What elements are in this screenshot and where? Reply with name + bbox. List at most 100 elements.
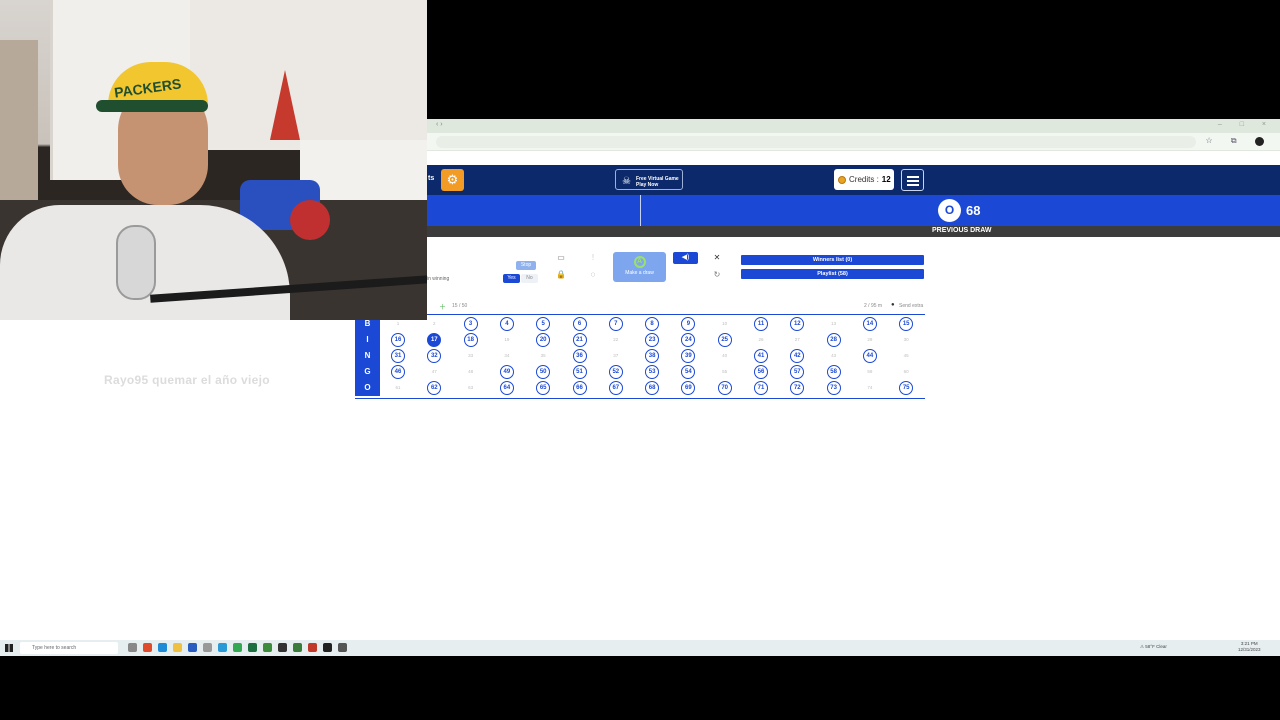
app-icon-12[interactable]	[293, 643, 302, 652]
previous-draw-label: PREVIOUS DRAW	[932, 227, 992, 234]
bingo-number: 43	[831, 352, 837, 358]
url-field[interactable]	[436, 136, 1196, 148]
bingo-number: 72	[790, 381, 805, 396]
taskbar-search[interactable]: Type here to search	[20, 642, 118, 654]
make-draw-label: Make a draw	[625, 270, 654, 276]
bingo-number: 6	[572, 316, 587, 331]
sound-icon[interactable]: ◀)	[673, 252, 698, 264]
info-circle-icon: ●	[891, 302, 895, 308]
no-button[interactable]: No	[521, 274, 538, 283]
taskbar-apps	[128, 643, 347, 652]
stop-button[interactable]: Stop	[516, 261, 536, 270]
bingo-number: 25	[717, 332, 732, 347]
bingo-number: 11	[754, 316, 768, 331]
taskbar: Type here to search ⚠ 58°F Clear 3:21 PM…	[0, 640, 1280, 656]
bingo-number: 35	[540, 352, 546, 358]
bingo-number: 4	[499, 316, 514, 331]
bingo-number: 19	[504, 336, 510, 342]
make-draw-button[interactable]: A Make a draw	[613, 252, 666, 282]
bingo-row-i: I 16 17 18 19 20 21 22 23 24 25 26 27 28 29 30	[355, 331, 925, 348]
bingo-number: 62	[427, 381, 442, 396]
bingo-number: 36	[572, 348, 587, 363]
bingo-row-g: G 46 47 48 49 50 51 52 53 54 55 56 57 58 59 60	[355, 364, 925, 381]
promo-line2: Play Now	[636, 181, 659, 188]
bingo-number: 8	[645, 316, 660, 331]
add-player-icon[interactable]: ＋	[439, 302, 446, 312]
card-info-left: 2 / 95 m	[864, 303, 883, 309]
app-icon-8[interactable]	[233, 643, 242, 652]
bingo-number: 50	[536, 365, 551, 380]
webcam-shelf	[0, 40, 38, 200]
window-controls[interactable]: – □ ×	[1218, 121, 1274, 128]
stream-overlay-text: Rayo95 quemar el año viejo	[104, 373, 270, 387]
bingo-number: 3	[463, 316, 478, 331]
monitor-icon[interactable]: ▭	[553, 252, 569, 264]
webcam-microphone	[116, 225, 156, 300]
bingo-number: 14	[862, 316, 877, 331]
chrome-icon[interactable]	[143, 643, 152, 652]
app-icon-13[interactable]	[308, 643, 317, 652]
free-game-button[interactable]: ☠ Free Virtual Game Play Now	[615, 169, 683, 190]
bingo-number: 23	[645, 332, 660, 347]
bingo-number: 46	[391, 365, 405, 380]
system-tray[interactable]: ⚠ 58°F Clear	[1140, 644, 1167, 650]
game-icon-button[interactable]: ⚙	[441, 169, 464, 191]
bingo-number: 54	[681, 365, 696, 380]
auto-win-label: in winning	[427, 276, 450, 282]
obs-icon[interactable]	[278, 643, 287, 652]
webcam-hat-brim	[96, 100, 208, 112]
bingo-number: 74	[867, 385, 873, 391]
taskbar-clock[interactable]: 3:21 PM 12/31/2023	[1238, 641, 1261, 653]
profile-icon[interactable]	[1255, 137, 1264, 146]
bingo-row-n: N 31 32 33 34 35 36 37 38 39 40 41 42 43 44 45	[355, 347, 925, 364]
bingo-number: 29	[867, 336, 873, 342]
bingo-number: 5	[536, 316, 551, 331]
bingo-number: 45	[903, 352, 909, 358]
lock-icon[interactable]: 🔒	[553, 269, 569, 281]
explorer-icon[interactable]	[173, 643, 182, 652]
hamburger-menu-icon[interactable]	[901, 169, 924, 191]
promo-line1: Free Virtual Game	[636, 175, 679, 182]
refresh-icon[interactable]: ↻	[709, 269, 725, 281]
info-icon[interactable]: !	[585, 252, 601, 264]
windows-start-icon[interactable]	[5, 644, 13, 652]
app-icon-14[interactable]	[323, 643, 332, 652]
edge-icon[interactable]	[158, 643, 167, 652]
playlist-button[interactable]: Playlist (58)	[741, 269, 924, 279]
winners-list-button[interactable]: Winners list (0)	[741, 255, 924, 265]
bingo-number: 27	[794, 336, 800, 342]
bingo-number: 7	[608, 316, 623, 331]
bingo-letter: O	[355, 380, 380, 397]
bingo-number: 68	[645, 381, 660, 396]
app-icon-6[interactable]	[203, 643, 212, 652]
bingo-number: 73	[826, 381, 841, 396]
bingo-number: 33	[468, 352, 474, 358]
bingo-number: 56	[754, 365, 768, 380]
bingo-number: 10	[722, 320, 728, 326]
excel-icon[interactable]	[248, 643, 257, 652]
store-icon[interactable]	[188, 643, 197, 652]
bingo-number: 34	[504, 352, 510, 358]
bingo-number: 2	[433, 320, 436, 326]
webcam-toy-wheel	[290, 200, 330, 240]
webcam-overlay: PACKERS	[0, 0, 427, 320]
bingo-number: 37	[613, 352, 619, 358]
card-info-right[interactable]: Send extra	[899, 303, 923, 309]
task-view-icon[interactable]	[128, 643, 137, 652]
bingo-number: 63	[468, 385, 474, 391]
screen: ‹ › – □ × ☆ ⧉ ⚙ ts ⚙ ☠ Free Virtual Game…	[0, 0, 1280, 720]
yes-button[interactable]: Yes	[503, 274, 520, 283]
app-icon-7[interactable]	[218, 643, 227, 652]
chat-icon[interactable]: ◌	[585, 269, 601, 281]
app-icon-10[interactable]	[263, 643, 272, 652]
bingo-number: 12	[790, 316, 805, 331]
bingo-number: 48	[468, 369, 474, 375]
bingo-number: 67	[608, 381, 623, 396]
tab-nav[interactable]: ‹ ›	[436, 121, 443, 128]
credits-display[interactable]: Credits : 12	[834, 169, 894, 190]
bingo-number: 15	[899, 316, 914, 331]
chrome-alt-icon[interactable]	[338, 643, 347, 652]
close-icon[interactable]: ✕	[709, 252, 725, 264]
players-count: 15 / 50	[452, 303, 468, 309]
bingo-number: 55	[722, 369, 728, 375]
